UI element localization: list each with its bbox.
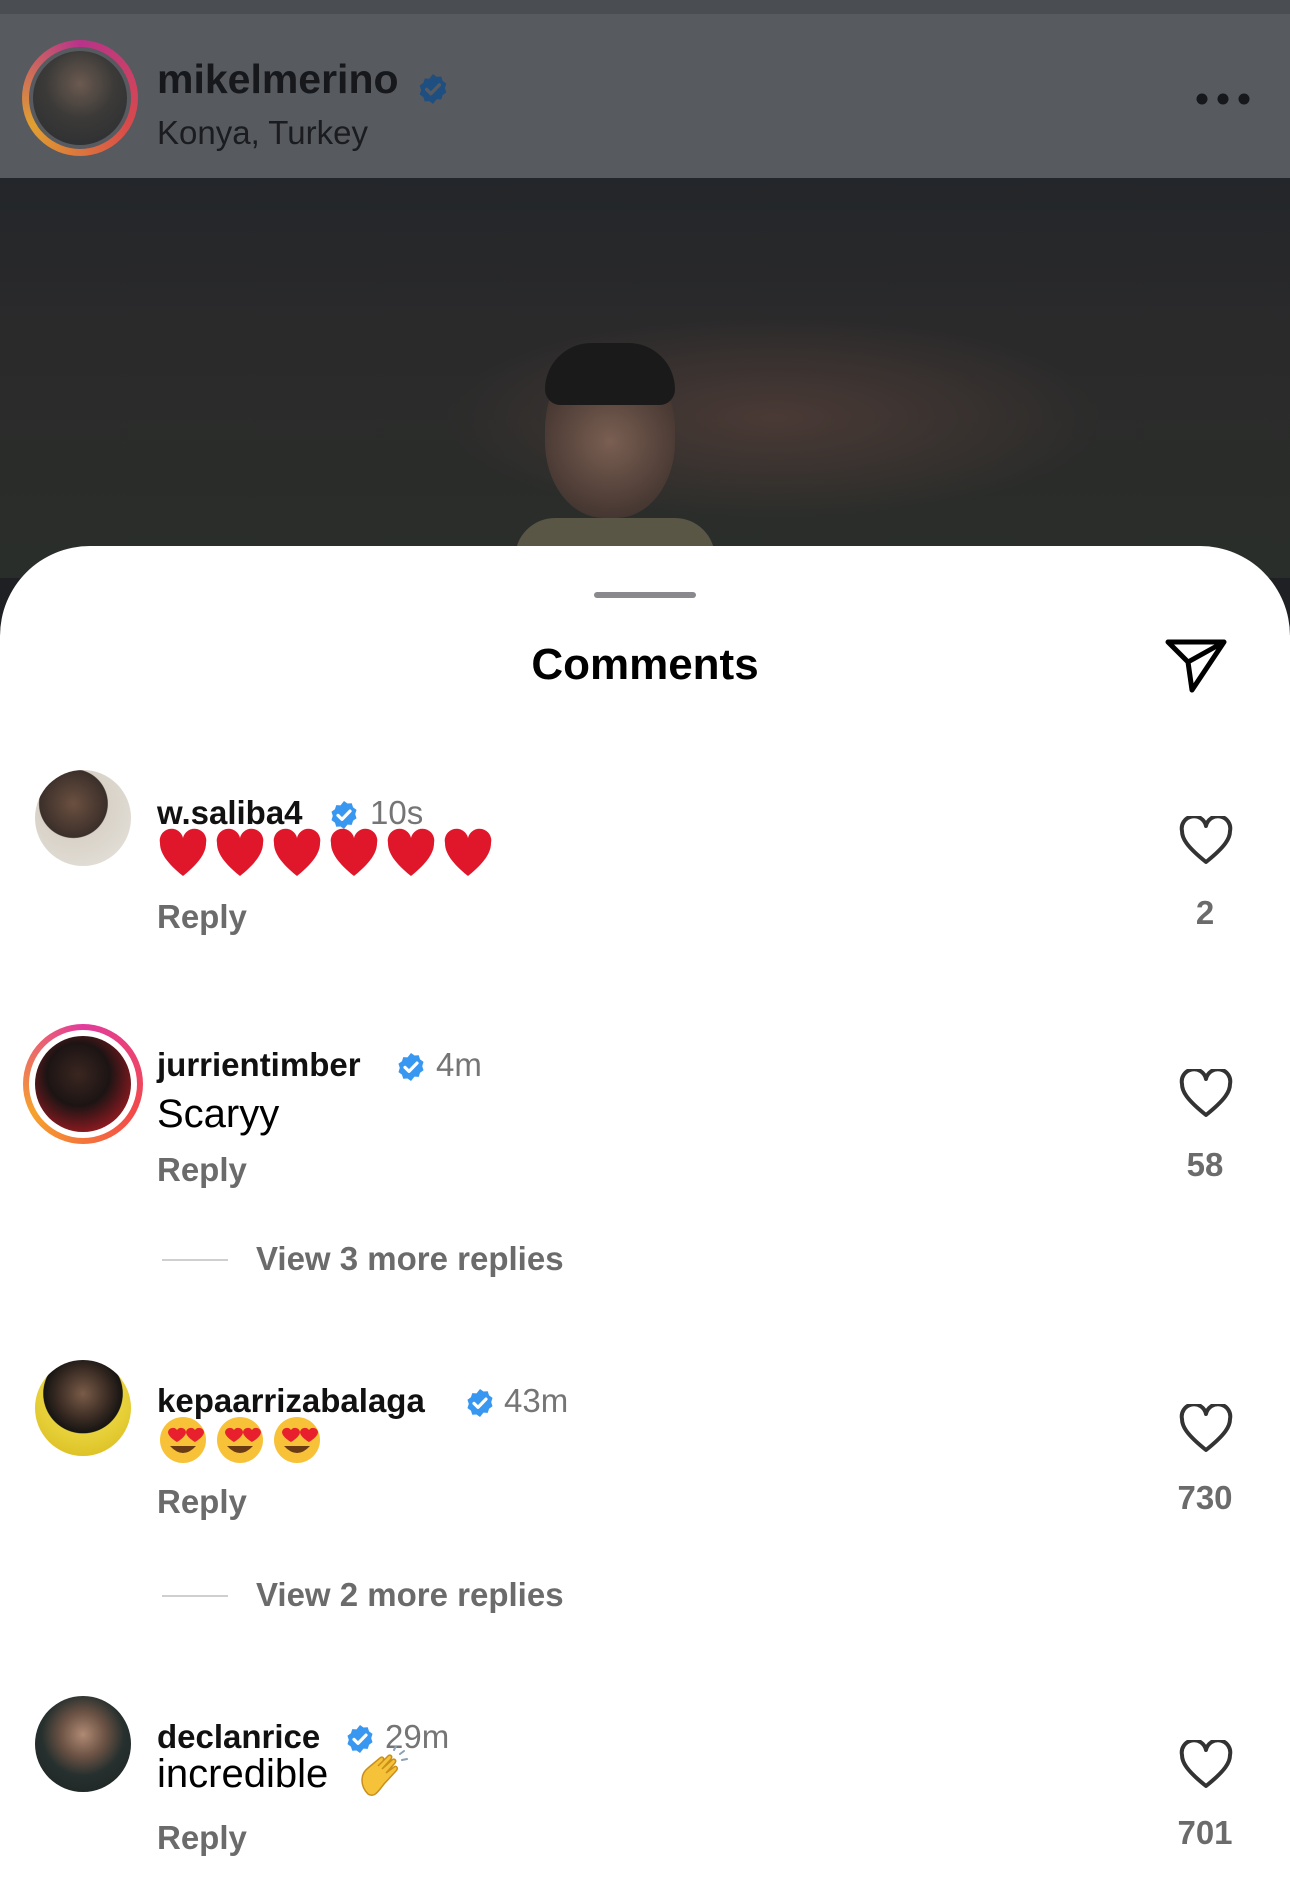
verified-badge-icon <box>467 1389 493 1417</box>
author-avatar-image <box>29 47 131 149</box>
comment-time: 4m <box>436 1046 482 1083</box>
post-photo <box>0 178 1290 598</box>
comment-time: 10s <box>370 794 424 831</box>
commenter-avatar[interactable] <box>35 770 131 866</box>
like-heart-icon[interactable] <box>1178 1404 1234 1454</box>
like-count: 701 <box>1177 1814 1233 1851</box>
red-heart-icon <box>159 828 492 876</box>
comment-text: incredible <box>157 1752 329 1796</box>
like-heart-icon[interactable] <box>1178 1069 1234 1119</box>
like-count: 2 <box>1195 894 1215 931</box>
like-heart-icon[interactable] <box>1178 1740 1234 1790</box>
heart-eyes-emoji-icon <box>160 1417 320 1463</box>
verified-badge-icon <box>419 74 447 104</box>
comment-emoji-heart-eyes <box>158 1414 328 1471</box>
like-heart-icon[interactable] <box>1178 816 1234 866</box>
comments-sheet: Comments w.saliba4 10s Reply 2 jurrienti… <box>0 546 1290 1901</box>
author-username[interactable]: mikelmerino <box>157 56 399 103</box>
reply-button[interactable]: Reply <box>157 1819 247 1857</box>
post-header: mikelmerino Konya, Turkey <box>0 0 1290 178</box>
reply-button[interactable]: Reply <box>157 1151 247 1189</box>
comment-time: 43m <box>504 1382 569 1419</box>
commenter-avatar <box>35 1036 131 1132</box>
verified-badge-icon <box>331 801 357 829</box>
comment-text: Scaryy <box>157 1092 280 1136</box>
player-hair <box>545 343 675 405</box>
commenter-avatar[interactable] <box>35 1360 131 1456</box>
story-ring[interactable] <box>23 1024 143 1144</box>
commenter-avatar[interactable] <box>35 1696 131 1792</box>
like-count: 58 <box>1186 1146 1224 1183</box>
post-location[interactable]: Konya, Turkey <box>157 114 368 152</box>
reply-button[interactable]: Reply <box>157 898 247 936</box>
replies-divider <box>162 1259 228 1261</box>
view-more-replies-button[interactable]: View 3 more replies <box>256 1240 564 1278</box>
sheet-title: Comments <box>531 640 759 689</box>
replies-divider <box>162 1595 228 1597</box>
more-options-icon[interactable] <box>1195 92 1251 106</box>
commenter-username[interactable]: jurrientimber <box>157 1046 361 1084</box>
sheet-drag-handle[interactable] <box>594 592 696 598</box>
author-avatar[interactable] <box>22 40 138 156</box>
clapping-hands-icon <box>361 1746 408 1796</box>
share-send-icon[interactable] <box>1160 628 1230 698</box>
commenter-username[interactable]: declanrice <box>157 1718 320 1756</box>
comment-emoji-hearts <box>158 828 498 887</box>
view-more-replies-button[interactable]: View 2 more replies <box>256 1576 564 1614</box>
like-count: 730 <box>1177 1479 1233 1516</box>
commenter-username[interactable]: w.saliba4 <box>157 794 303 832</box>
reply-button[interactable]: Reply <box>157 1483 247 1521</box>
verified-badge-icon <box>398 1053 424 1081</box>
